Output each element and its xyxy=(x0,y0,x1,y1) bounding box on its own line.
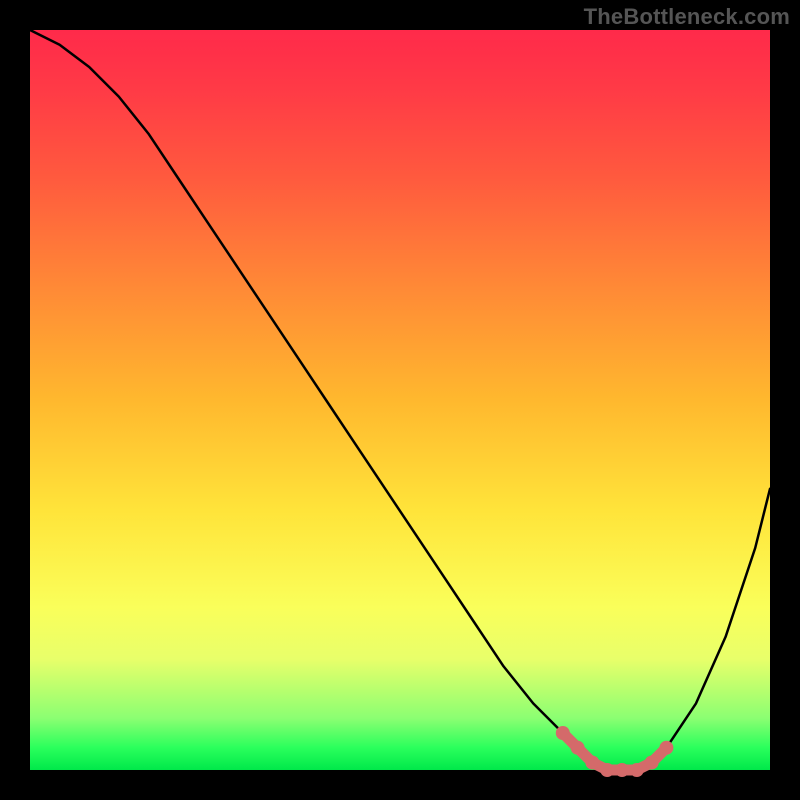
marker-dot xyxy=(615,763,629,777)
marker-dot xyxy=(571,741,585,755)
marker-dot xyxy=(659,741,673,755)
chart-svg xyxy=(30,30,770,770)
marker-dot xyxy=(630,763,644,777)
marker-dot xyxy=(585,756,599,770)
bottleneck-curve xyxy=(30,30,770,770)
optimal-range-markers xyxy=(556,726,674,777)
marker-dot xyxy=(645,756,659,770)
marker-dot xyxy=(600,763,614,777)
watermark-label: TheBottleneck.com xyxy=(584,4,790,30)
marker-dot xyxy=(556,726,570,740)
chart-frame: TheBottleneck.com xyxy=(0,0,800,800)
